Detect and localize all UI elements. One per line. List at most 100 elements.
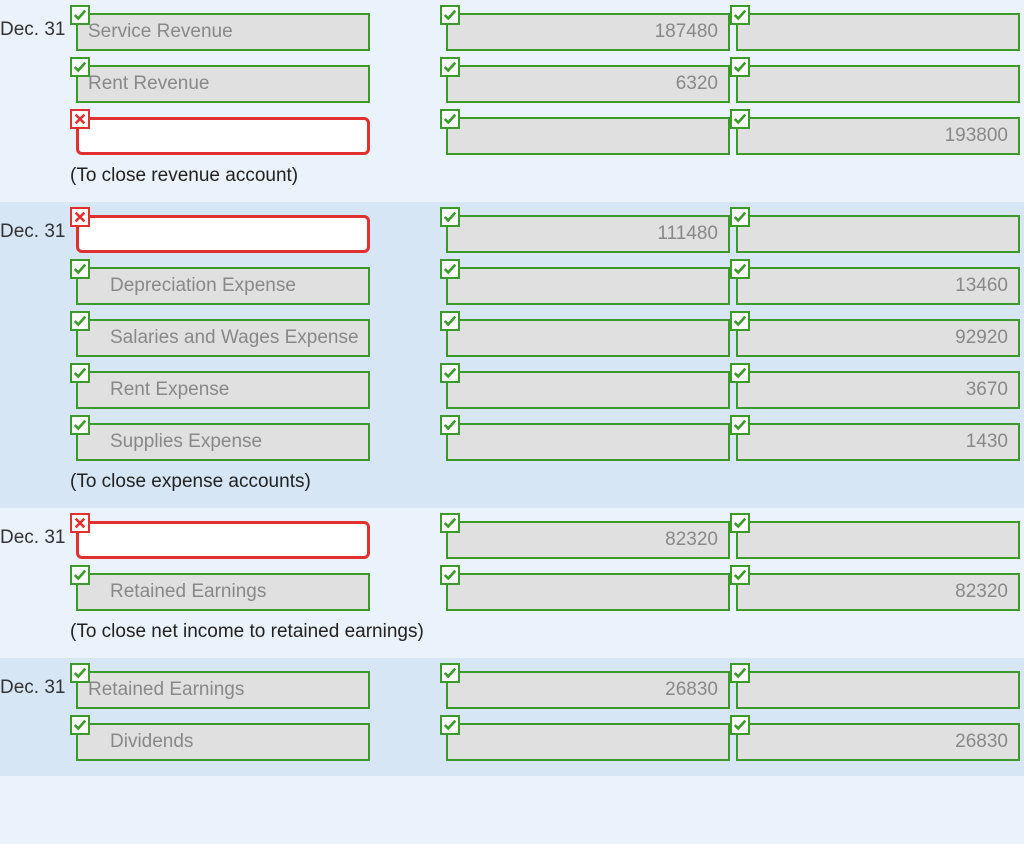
- check-icon: [440, 565, 460, 585]
- account-field[interactable]: [70, 113, 370, 155]
- credit-value: [736, 521, 1020, 559]
- check-icon: [70, 663, 90, 683]
- explanation-text: (To close net income to retained earning…: [0, 616, 1024, 648]
- journal-row: Dec. 31 82320: [0, 512, 1024, 564]
- journal-section: Dec. 31 Retained Earnings 26830 Dividend…: [0, 658, 1024, 776]
- check-icon: [730, 57, 750, 77]
- journal-row: Salaries and Wages Expense 92920: [0, 310, 1024, 362]
- check-icon: [730, 715, 750, 735]
- journal-section: Dec. 31 111480 Depreciation Expense 1346…: [0, 202, 1024, 508]
- explanation-text: (To close revenue account): [0, 160, 1024, 192]
- debit-field[interactable]: [440, 569, 730, 611]
- debit-field[interactable]: [440, 113, 730, 155]
- debit-field[interactable]: [440, 719, 730, 761]
- check-icon: [440, 109, 460, 129]
- check-icon: [730, 565, 750, 585]
- x-icon: [70, 513, 90, 533]
- debit-field[interactable]: 111480: [440, 211, 730, 253]
- check-icon: [730, 109, 750, 129]
- account-field[interactable]: Retained Earnings: [70, 667, 370, 709]
- check-icon: [70, 565, 90, 585]
- date-label: Dec. 31: [0, 527, 70, 549]
- check-icon: [440, 207, 460, 227]
- debit-value: [446, 117, 730, 155]
- debit-value: 6320: [446, 65, 730, 103]
- account-value: Retained Earnings: [76, 573, 370, 611]
- credit-field[interactable]: 13460: [730, 263, 1020, 305]
- journal-row: Dec. 31 Retained Earnings 26830: [0, 662, 1024, 714]
- credit-field[interactable]: 193800: [730, 113, 1020, 155]
- account-field[interactable]: Dividends: [70, 719, 370, 761]
- credit-field[interactable]: [730, 211, 1020, 253]
- account-field[interactable]: Service Revenue: [70, 9, 370, 51]
- check-icon: [440, 259, 460, 279]
- date-label: Dec. 31: [0, 677, 70, 699]
- debit-value: 111480: [446, 215, 730, 253]
- debit-field[interactable]: 187480: [440, 9, 730, 51]
- debit-field[interactable]: [440, 419, 730, 461]
- debit-value: 187480: [446, 13, 730, 51]
- credit-field[interactable]: [730, 517, 1020, 559]
- debit-value: [446, 371, 730, 409]
- x-icon: [70, 207, 90, 227]
- account-value: Depreciation Expense: [76, 267, 370, 305]
- check-icon: [70, 57, 90, 77]
- account-field[interactable]: Rent Revenue: [70, 61, 370, 103]
- debit-field[interactable]: [440, 263, 730, 305]
- check-icon: [730, 311, 750, 331]
- credit-field[interactable]: [730, 9, 1020, 51]
- credit-field[interactable]: 1430: [730, 419, 1020, 461]
- check-icon: [70, 5, 90, 25]
- journal-row: 193800: [0, 108, 1024, 160]
- account-value: Salaries and Wages Expense: [76, 319, 370, 357]
- account-value: [76, 117, 370, 155]
- credit-field[interactable]: 92920: [730, 315, 1020, 357]
- account-field[interactable]: Retained Earnings: [70, 569, 370, 611]
- check-icon: [70, 715, 90, 735]
- account-value: Rent Expense: [76, 371, 370, 409]
- credit-value: [736, 13, 1020, 51]
- debit-field[interactable]: 82320: [440, 517, 730, 559]
- check-icon: [440, 311, 460, 331]
- check-icon: [70, 415, 90, 435]
- account-field[interactable]: [70, 517, 370, 559]
- journal-row: Dec. 31 111480: [0, 206, 1024, 258]
- account-field[interactable]: Supplies Expense: [70, 419, 370, 461]
- debit-field[interactable]: 26830: [440, 667, 730, 709]
- debit-field[interactable]: 6320: [440, 61, 730, 103]
- credit-field[interactable]: 3670: [730, 367, 1020, 409]
- credit-value: 82320: [736, 573, 1020, 611]
- account-value: Service Revenue: [76, 13, 370, 51]
- debit-field[interactable]: [440, 315, 730, 357]
- debit-value: 82320: [446, 521, 730, 559]
- debit-value: [446, 723, 730, 761]
- debit-field[interactable]: [440, 367, 730, 409]
- account-field[interactable]: Rent Expense: [70, 367, 370, 409]
- check-icon: [730, 363, 750, 383]
- check-icon: [730, 415, 750, 435]
- account-field[interactable]: Salaries and Wages Expense: [70, 315, 370, 357]
- credit-value: [736, 65, 1020, 103]
- journal-section: Dec. 31 Service Revenue 187480 Rent Reve…: [0, 0, 1024, 202]
- journal-section: Dec. 31 82320 Retained Earnings 82320 (T…: [0, 508, 1024, 658]
- credit-field[interactable]: [730, 667, 1020, 709]
- account-field[interactable]: Depreciation Expense: [70, 263, 370, 305]
- journal-row: Rent Expense 3670: [0, 362, 1024, 414]
- account-field[interactable]: [70, 211, 370, 253]
- journal-row: Supplies Expense 1430: [0, 414, 1024, 466]
- check-icon: [440, 715, 460, 735]
- debit-value: [446, 319, 730, 357]
- journal-row: Dividends 26830: [0, 714, 1024, 766]
- account-value: Rent Revenue: [76, 65, 370, 103]
- account-value: Retained Earnings: [76, 671, 370, 709]
- check-icon: [730, 663, 750, 683]
- credit-value: 26830: [736, 723, 1020, 761]
- check-icon: [730, 259, 750, 279]
- account-value: [76, 215, 370, 253]
- check-icon: [440, 57, 460, 77]
- credit-field[interactable]: 26830: [730, 719, 1020, 761]
- date-label: Dec. 31: [0, 221, 70, 243]
- credit-field[interactable]: [730, 61, 1020, 103]
- journal-row: Dec. 31 Service Revenue 187480: [0, 4, 1024, 56]
- credit-field[interactable]: 82320: [730, 569, 1020, 611]
